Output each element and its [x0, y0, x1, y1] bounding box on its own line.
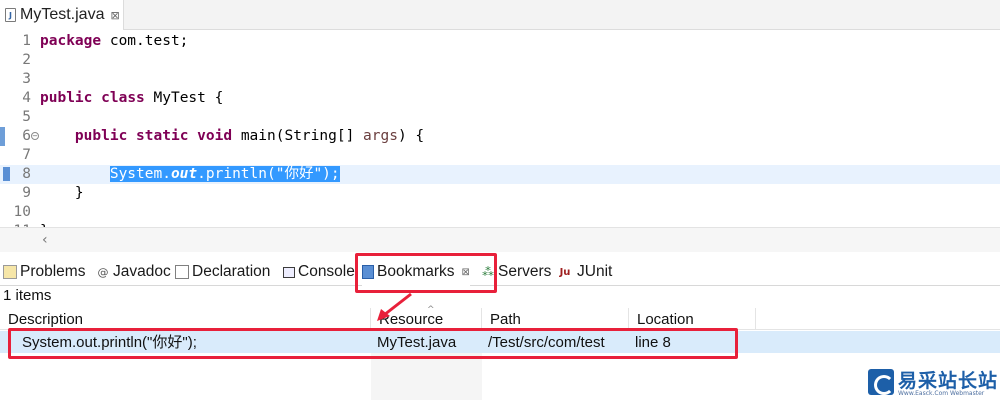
arrow-line — [383, 292, 412, 317]
logo-icon — [868, 369, 894, 395]
annotation-arrow — [377, 292, 412, 321]
watermark-subtext: Www.Easck.Com Webmaster — [898, 390, 985, 397]
watermark-text: 易采站长站 — [898, 370, 999, 392]
site-watermark: 易采站长站 Www.Easck.Com Webmaster — [866, 366, 1000, 400]
